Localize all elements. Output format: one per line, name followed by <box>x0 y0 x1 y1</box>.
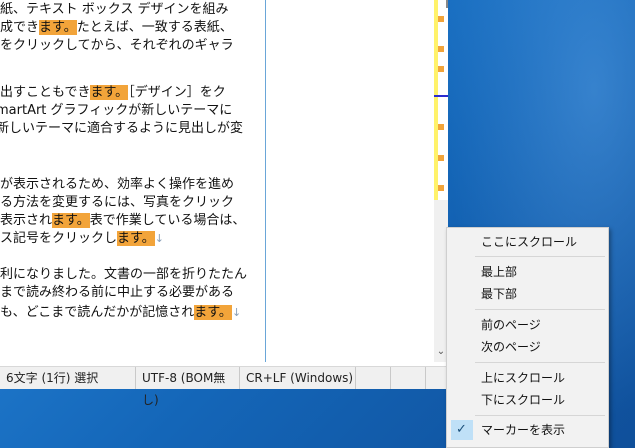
text-run: ［デザイン］をク <box>128 85 226 100</box>
search-marker <box>438 16 444 22</box>
line-break-mark-icon: ↓ <box>154 232 164 245</box>
search-marker <box>438 155 444 161</box>
text-run: 利になりました。文書の一部を折りたたん <box>0 267 248 282</box>
menu-top[interactable]: 最上部 <box>447 261 608 283</box>
editor-text-line: まで読み終わる前に中止する必要がある <box>0 284 234 302</box>
menu-next-page[interactable]: 次のページ <box>447 336 608 358</box>
editor-text-line: 成できます。たとえば、一致する表紙、 <box>0 19 233 37</box>
editor-text-line: 表示されます。表で作業している場合は、 <box>0 212 245 230</box>
menu-separator <box>475 362 605 363</box>
menu-separator <box>475 309 605 310</box>
menu-separator <box>475 256 605 257</box>
search-highlight: ます。 <box>194 305 232 320</box>
scrollbar-context-menu: ここにスクロール 最上部 最下部 前のページ 次のページ 上にスクロール 下にス… <box>446 227 609 448</box>
editor-text-line: 新しいテーマに適合するように見出しが変 <box>0 120 243 138</box>
text-run: も、どこまで読んだかが記憶され <box>0 305 195 320</box>
status-bar: 6文字 (1行) 選択 UTF-8 (BOM無し) CR+LF (Windows… <box>0 366 448 407</box>
text-run: 新しいテーマに適合するように見出しが変 <box>0 121 244 136</box>
editor-text-line: が表示されるため、効率よく操作を進め <box>0 176 234 194</box>
split-pane[interactable] <box>266 0 434 362</box>
menu-show-markers[interactable]: マーカーを表示 <box>447 419 608 441</box>
text-run: 表示され <box>0 213 53 228</box>
editor-text-line: も、どこまで読んだかが記憶されます。↓ <box>0 304 241 322</box>
scrollbar-thumb[interactable] <box>446 0 448 8</box>
text-run: ス記号をクリックし <box>0 231 118 246</box>
search-highlight: ます。 <box>39 20 77 35</box>
line-break-mark-icon: ↓ <box>231 306 242 319</box>
search-marker <box>438 124 444 130</box>
menu-bottom[interactable]: 最下部 <box>447 283 608 305</box>
text-run: 紙、テキスト ボックス デザインを組み <box>0 2 229 17</box>
editor-text-line: をクリックしてから、それぞれのギャラ <box>0 37 234 55</box>
menu-scroll-up[interactable]: 上にスクロール <box>447 367 608 389</box>
text-run: る方法を変更するには、写真をクリック <box>0 195 235 210</box>
editor-text-line: ス記号をクリックします。↓ <box>0 230 164 248</box>
status-line-ending[interactable]: CR+LF (Windows) <box>240 367 356 389</box>
text-run: が表示されるため、効率よく操作を進め <box>0 177 235 192</box>
search-marker <box>438 46 444 52</box>
menu-separator <box>475 415 605 416</box>
editor-window: 紙、テキスト ボックス デザインを組み 成できます。たとえば、一致する表紙、 をクリ… <box>0 0 448 407</box>
search-highlight: ます。 <box>117 231 155 246</box>
editor-text-line: 出すこともできます。［デザイン］をク <box>0 84 226 102</box>
search-marker <box>438 66 444 72</box>
menu-scroll-down[interactable]: 下にスクロール <box>447 389 608 411</box>
text-run: 出すこともでき <box>0 85 91 100</box>
editor-text-line: る方法を変更するには、写真をクリック <box>0 194 234 212</box>
status-encoding[interactable]: UTF-8 (BOM無し) <box>136 367 240 407</box>
status-blank <box>356 367 391 389</box>
caret-position-marker <box>434 95 448 97</box>
marker-strip[interactable] <box>434 0 438 200</box>
search-marker <box>438 185 444 191</box>
search-highlight: ます。 <box>90 85 129 100</box>
status-blank <box>391 367 426 389</box>
editor-text-line: 紙、テキスト ボックス デザインを組み <box>0 1 229 19</box>
text-run: martArt グラフィックが新しいテーマに <box>0 103 233 118</box>
text-run: たとえば、一致する表紙、 <box>76 20 233 35</box>
editor-text-line: 利になりました。文書の一部を折りたたん <box>0 266 247 284</box>
status-selection: 6文字 (1行) 選択 <box>0 367 136 389</box>
text-editing-area[interactable]: 紙、テキスト ボックス デザインを組み 成できます。たとえば、一致する表紙、 をクリ… <box>0 0 265 362</box>
search-highlight: ます。 <box>52 213 90 228</box>
menu-prev-page[interactable]: 前のページ <box>447 314 608 336</box>
editor-text-line: martArt グラフィックが新しいテーマに <box>0 102 232 120</box>
text-run: 成でき <box>0 20 40 35</box>
text-run: 表で作業している場合は、 <box>89 213 246 228</box>
text-run: をクリックしてから、それぞれのギャラ <box>0 38 234 53</box>
menu-scroll-here[interactable]: ここにスクロール <box>447 231 608 253</box>
text-run: まで読み終わる前に中止する必要がある <box>0 285 235 300</box>
